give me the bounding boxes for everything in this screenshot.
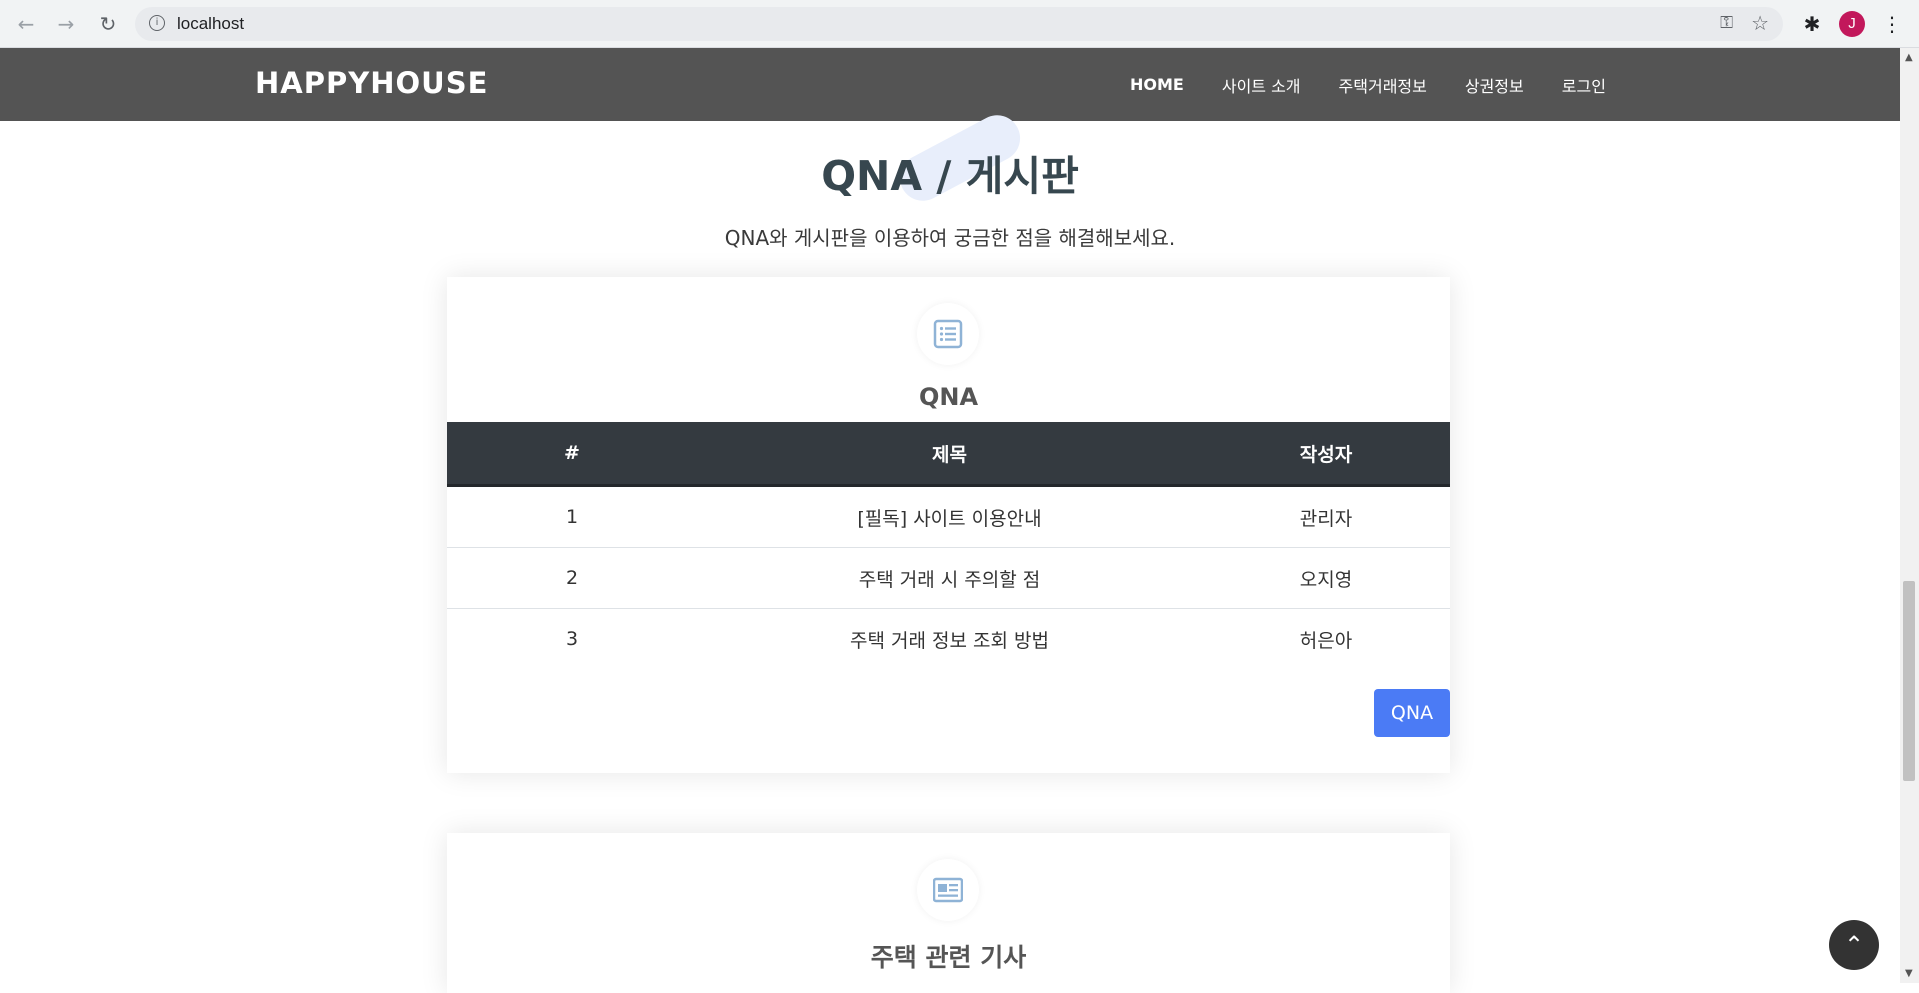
puzzle-icon[interactable]: ✱: [1798, 10, 1826, 38]
main-nav: HOME 사이트 소개 주택거래정보 상권정보 로그인: [1100, 48, 1606, 121]
site-header: HAPPYHOUSE HOME 사이트 소개 주택거래정보 상권정보 로그인: [0, 48, 1900, 121]
table-row[interactable]: 3 주택 거래 정보 조회 방법 허은아: [447, 609, 1450, 670]
row-title[interactable]: 주택 거래 시 주의할 점: [697, 547, 1202, 609]
row-number: 3: [565, 628, 579, 650]
newspaper-icon: [917, 859, 979, 921]
list-icon: [917, 303, 979, 365]
table-header-row: # 제목 작성자: [447, 422, 1450, 487]
table-row[interactable]: 2 주택 거래 시 주의할 점 오지영: [447, 547, 1450, 609]
address-bar[interactable]: i localhost ⚿ ☆: [135, 7, 1783, 41]
nav-housing-deals[interactable]: 주택거래정보: [1339, 73, 1427, 97]
column-header-title: 제목: [697, 422, 1202, 487]
qna-card-title: QNA: [918, 383, 979, 411]
row-writer: 관리자: [1202, 485, 1450, 548]
row-writer: 허은아: [1299, 629, 1353, 652]
info-icon[interactable]: i: [149, 15, 165, 31]
chevron-up-icon: ⌃: [1843, 931, 1865, 959]
key-icon[interactable]: ⚿: [1720, 13, 1733, 33]
section-subtitle: QNA와 게시판을 이용하여 궁금한 점을 해결해보세요.: [724, 226, 1176, 250]
star-icon[interactable]: ☆: [1751, 11, 1769, 35]
browser-toolbar: ← → ↻ i localhost ⚿ ☆ ✱ J ⋮: [0, 0, 1919, 48]
row-title[interactable]: 주택 거래 정보 조회 방법: [697, 609, 1202, 670]
qna-button[interactable]: QNA: [1374, 689, 1450, 737]
address-url[interactable]: localhost: [177, 14, 244, 34]
row-number: 2: [447, 547, 697, 609]
qna-table: # 제목 작성자 1 [필독] 사이트 이용안내 관리자 2 주택 거래 시 주…: [447, 422, 1450, 669]
kebab-menu-icon[interactable]: ⋮: [1878, 10, 1906, 38]
row-writer: 오지영: [1202, 547, 1450, 609]
back-to-top-button[interactable]: ⌃: [1829, 920, 1879, 970]
nav-about[interactable]: 사이트 소개: [1222, 73, 1301, 97]
page-scrollbar[interactable]: ▲ ▼: [1900, 48, 1919, 983]
avatar[interactable]: J: [1839, 11, 1865, 37]
nav-home[interactable]: HOME: [1130, 75, 1184, 94]
arrow-left-icon[interactable]: ←: [12, 10, 40, 38]
section-title: QNA / 게시판: [821, 152, 1079, 200]
reload-icon[interactable]: ↻: [94, 10, 122, 38]
scroll-up-icon[interactable]: ▲: [1905, 52, 1913, 63]
column-header-writer: 작성자: [1202, 422, 1450, 487]
arrow-right-icon[interactable]: →: [52, 10, 80, 38]
scroll-down-icon[interactable]: ▼: [1905, 968, 1913, 979]
news-card: 주택 관련 기사: [447, 833, 1450, 993]
table-row[interactable]: 1 [필독] 사이트 이용안내 관리자: [447, 485, 1450, 548]
qna-card: QNA # 제목 작성자 1 [필독] 사이트 이용안내 관리자 2 주택 거래…: [447, 277, 1450, 773]
column-header-number: #: [447, 422, 697, 487]
scrollbar-thumb[interactable]: [1903, 581, 1915, 781]
row-title[interactable]: [필독] 사이트 이용안내: [697, 485, 1202, 548]
nav-login[interactable]: 로그인: [1562, 73, 1606, 97]
row-number: 1: [447, 485, 697, 548]
site-logo[interactable]: HAPPYHOUSE: [255, 66, 488, 100]
news-card-title: 주택 관련 기사: [870, 943, 1027, 972]
nav-commercial-info[interactable]: 상권정보: [1465, 73, 1524, 97]
